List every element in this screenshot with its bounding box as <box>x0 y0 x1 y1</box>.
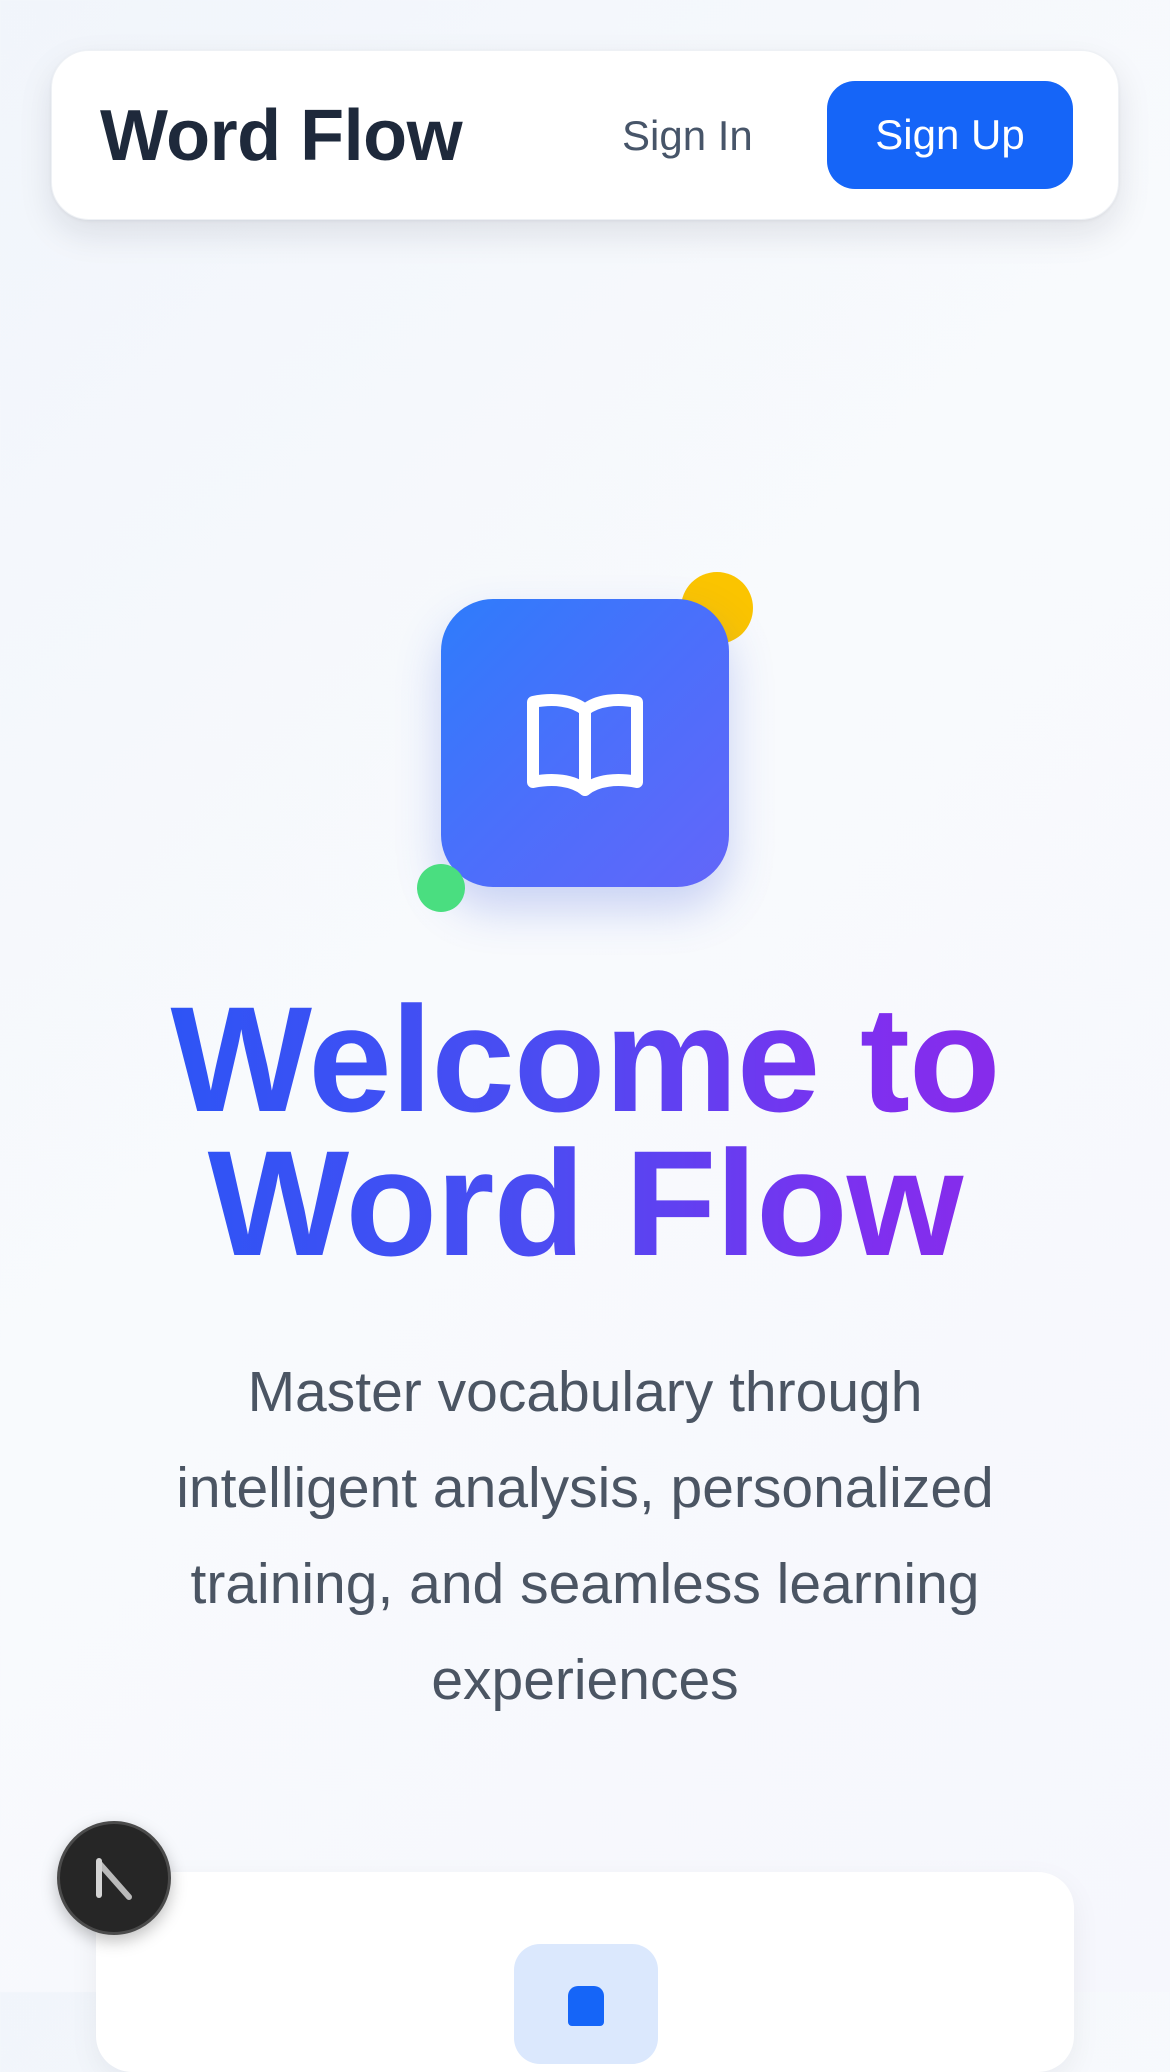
hero-logo <box>441 599 729 887</box>
decorative-green-dot <box>417 864 465 912</box>
hero-title: Welcome to Word Flow <box>100 984 1070 1278</box>
sign-in-link[interactable]: Sign In <box>622 111 753 161</box>
feature-card <box>96 1872 1074 2072</box>
next-logo-icon <box>96 1858 132 1900</box>
logo-tile <box>441 599 729 887</box>
document-icon <box>568 1986 604 2026</box>
next-dev-tools-button[interactable] <box>57 1821 171 1935</box>
feature-icon-container <box>514 1944 658 2064</box>
open-book-icon <box>527 694 643 796</box>
brand-name[interactable]: Word Flow <box>100 92 463 180</box>
sign-up-button[interactable]: Sign Up <box>827 81 1073 189</box>
top-nav-bar: Word Flow Sign In Sign Up <box>51 50 1119 220</box>
hero-subtitle: Master vocabulary through intelligent an… <box>176 1360 994 1712</box>
